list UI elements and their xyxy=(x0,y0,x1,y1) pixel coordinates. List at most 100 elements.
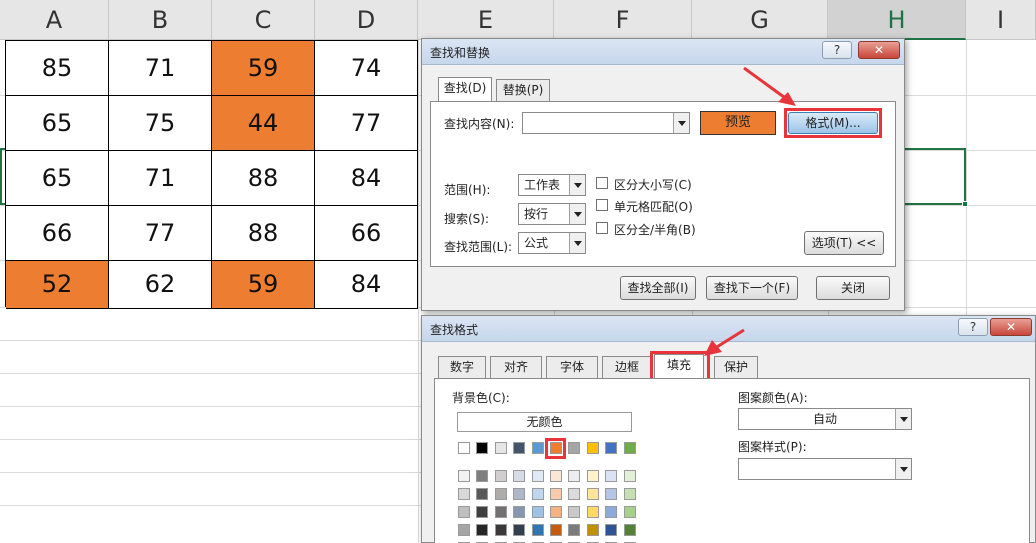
table-cell[interactable]: 65 xyxy=(6,151,109,206)
column-header-i[interactable]: I xyxy=(966,0,1036,40)
column-header-d[interactable]: D xyxy=(315,0,418,40)
pattern-style-select[interactable] xyxy=(738,458,912,480)
table-cell[interactable]: 77 xyxy=(109,206,212,261)
color-swatch[interactable] xyxy=(513,470,526,482)
table-cell[interactable]: 84 xyxy=(315,261,418,309)
color-swatch[interactable] xyxy=(586,524,599,536)
color-swatch[interactable] xyxy=(476,506,489,518)
chevron-down-icon[interactable] xyxy=(895,459,911,479)
find-what-input[interactable] xyxy=(522,112,690,134)
table-cell[interactable]: 88 xyxy=(212,151,315,206)
table-cell[interactable]: 66 xyxy=(315,206,418,261)
match-case-label[interactable]: 区分大小写(C) xyxy=(614,176,692,193)
chevron-down-icon[interactable] xyxy=(673,113,689,133)
close-icon[interactable]: ✕ xyxy=(858,41,900,59)
match-width-label[interactable]: 区分全/半角(B) xyxy=(614,221,696,238)
color-swatch[interactable] xyxy=(550,524,562,536)
column-header-g[interactable]: G xyxy=(692,0,828,40)
color-swatch[interactable] xyxy=(513,442,526,454)
color-swatch[interactable] xyxy=(476,524,489,536)
color-swatch[interactable] xyxy=(586,442,599,454)
find-next-button[interactable]: 查找下一个(F) xyxy=(706,276,798,300)
color-swatch[interactable] xyxy=(605,524,618,536)
column-header-b[interactable]: B xyxy=(109,0,212,40)
color-swatch[interactable] xyxy=(568,488,581,500)
color-swatch[interactable] xyxy=(458,506,470,518)
table-cell[interactable]: 84 xyxy=(315,151,418,206)
column-header-e[interactable]: E xyxy=(418,0,554,40)
tab-number[interactable]: 数字 xyxy=(438,356,486,378)
match-cell-checkbox[interactable] xyxy=(596,199,608,211)
table-cell[interactable]: 52 xyxy=(6,261,109,309)
table-cell[interactable]: 44 xyxy=(212,96,315,151)
color-swatch[interactable] xyxy=(513,506,526,518)
color-swatch[interactable] xyxy=(494,442,507,454)
color-swatch[interactable] xyxy=(550,488,562,500)
color-swatch[interactable] xyxy=(605,470,618,482)
color-swatch[interactable] xyxy=(605,488,618,500)
color-swatch[interactable] xyxy=(494,470,507,482)
color-swatch[interactable] xyxy=(605,506,618,518)
color-swatch[interactable] xyxy=(550,506,562,518)
tab-font[interactable]: 字体 xyxy=(546,356,598,378)
tab-border[interactable]: 边框 xyxy=(602,356,652,378)
pattern-color-select[interactable]: 自动 xyxy=(738,408,912,430)
color-swatch[interactable] xyxy=(623,506,636,518)
color-swatch[interactable] xyxy=(476,470,489,482)
fill-handle[interactable] xyxy=(962,201,968,207)
color-swatch[interactable] xyxy=(586,506,599,518)
look-in-select[interactable]: 公式 xyxy=(518,232,586,254)
help-button[interactable]: ? xyxy=(958,318,988,336)
scope-select[interactable]: 工作表 xyxy=(518,174,586,196)
chevron-down-icon[interactable] xyxy=(569,175,585,195)
column-header-f[interactable]: F xyxy=(554,0,692,40)
color-swatch[interactable] xyxy=(531,442,544,454)
color-swatch[interactable] xyxy=(550,470,562,482)
chevron-down-icon[interactable] xyxy=(895,409,911,429)
tab-alignment[interactable]: 对齐 xyxy=(490,356,542,378)
color-swatch[interactable] xyxy=(494,488,507,500)
match-cell-label[interactable]: 单元格匹配(O) xyxy=(614,198,693,215)
column-header-c[interactable]: C xyxy=(212,0,315,40)
close-icon[interactable]: ✕ xyxy=(990,318,1032,336)
color-swatch[interactable] xyxy=(586,488,599,500)
color-swatch[interactable] xyxy=(623,524,636,536)
color-swatch[interactable] xyxy=(623,488,636,500)
help-button[interactable]: ? xyxy=(822,41,852,59)
table-cell[interactable]: 74 xyxy=(315,41,418,96)
color-swatch[interactable] xyxy=(458,442,470,454)
color-swatch[interactable] xyxy=(458,470,470,482)
chevron-down-icon[interactable] xyxy=(569,204,585,224)
color-swatch[interactable] xyxy=(586,470,599,482)
tab-find[interactable]: 查找(D) xyxy=(438,77,492,101)
tab-replace[interactable]: 替换(P) xyxy=(496,79,550,101)
table-cell[interactable]: 62 xyxy=(109,261,212,309)
color-swatch[interactable] xyxy=(568,442,581,454)
table-cell[interactable]: 65 xyxy=(6,96,109,151)
color-swatch[interactable] xyxy=(531,488,544,500)
color-swatch[interactable] xyxy=(513,488,526,500)
color-swatch[interactable] xyxy=(568,524,581,536)
table-cell[interactable]: 59 xyxy=(212,41,315,96)
no-color-button[interactable]: 无颜色 xyxy=(457,412,632,432)
color-swatch[interactable] xyxy=(531,470,544,482)
options-button[interactable]: 选项(T) << xyxy=(804,231,884,255)
find-replace-titlebar[interactable]: 查找和替换 ? ✕ xyxy=(422,39,904,65)
match-width-checkbox[interactable] xyxy=(596,222,608,234)
table-cell[interactable]: 66 xyxy=(6,206,109,261)
table-cell[interactable]: 71 xyxy=(109,151,212,206)
find-all-button[interactable]: 查找全部(I) xyxy=(620,276,696,300)
color-swatch[interactable] xyxy=(568,506,581,518)
color-swatch[interactable] xyxy=(531,524,544,536)
table-cell[interactable]: 71 xyxy=(109,41,212,96)
search-select[interactable]: 按行 xyxy=(518,203,586,225)
color-swatch[interactable] xyxy=(458,524,470,536)
table-cell[interactable]: 85 xyxy=(6,41,109,96)
color-swatch[interactable] xyxy=(476,442,489,454)
color-swatch[interactable] xyxy=(531,506,544,518)
table-cell[interactable]: 77 xyxy=(315,96,418,151)
color-swatch[interactable] xyxy=(623,442,636,454)
table-cell[interactable]: 88 xyxy=(212,206,315,261)
column-header-h[interactable]: H xyxy=(828,0,966,40)
close-button[interactable]: 关闭 xyxy=(816,276,890,300)
